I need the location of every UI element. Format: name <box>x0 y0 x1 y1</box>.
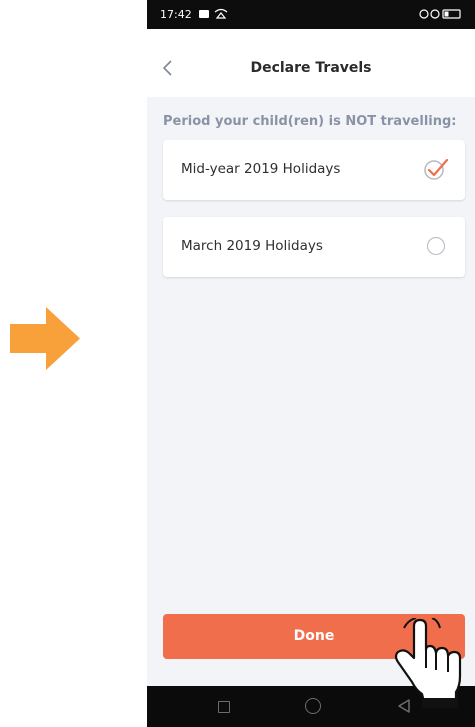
notification-wifi-icons <box>199 8 228 19</box>
option-march-2019[interactable]: March 2019 Holidays <box>163 217 465 277</box>
option-label: March 2019 Holidays <box>181 238 323 254</box>
nav-bar: Declare Travels <box>147 29 475 97</box>
recent-apps-icon[interactable] <box>218 701 230 713</box>
section-label: Period your child(ren) is NOT travelling… <box>163 114 457 129</box>
option-midyear-2019[interactable]: Mid-year 2019 Holidays <box>163 140 465 200</box>
checked-circle-icon <box>424 158 449 180</box>
status-time: 17:42 <box>160 8 192 21</box>
option-label: Mid-year 2019 Holidays <box>181 161 341 177</box>
status-bar: 17:42 <box>147 0 475 29</box>
battery-status-icons <box>419 9 461 19</box>
unchecked-circle-icon <box>427 237 445 255</box>
tap-hand-icon <box>394 618 462 708</box>
arrow-right-icon <box>10 307 80 370</box>
page-title: Declare Travels <box>250 60 372 76</box>
home-icon[interactable] <box>305 698 321 714</box>
